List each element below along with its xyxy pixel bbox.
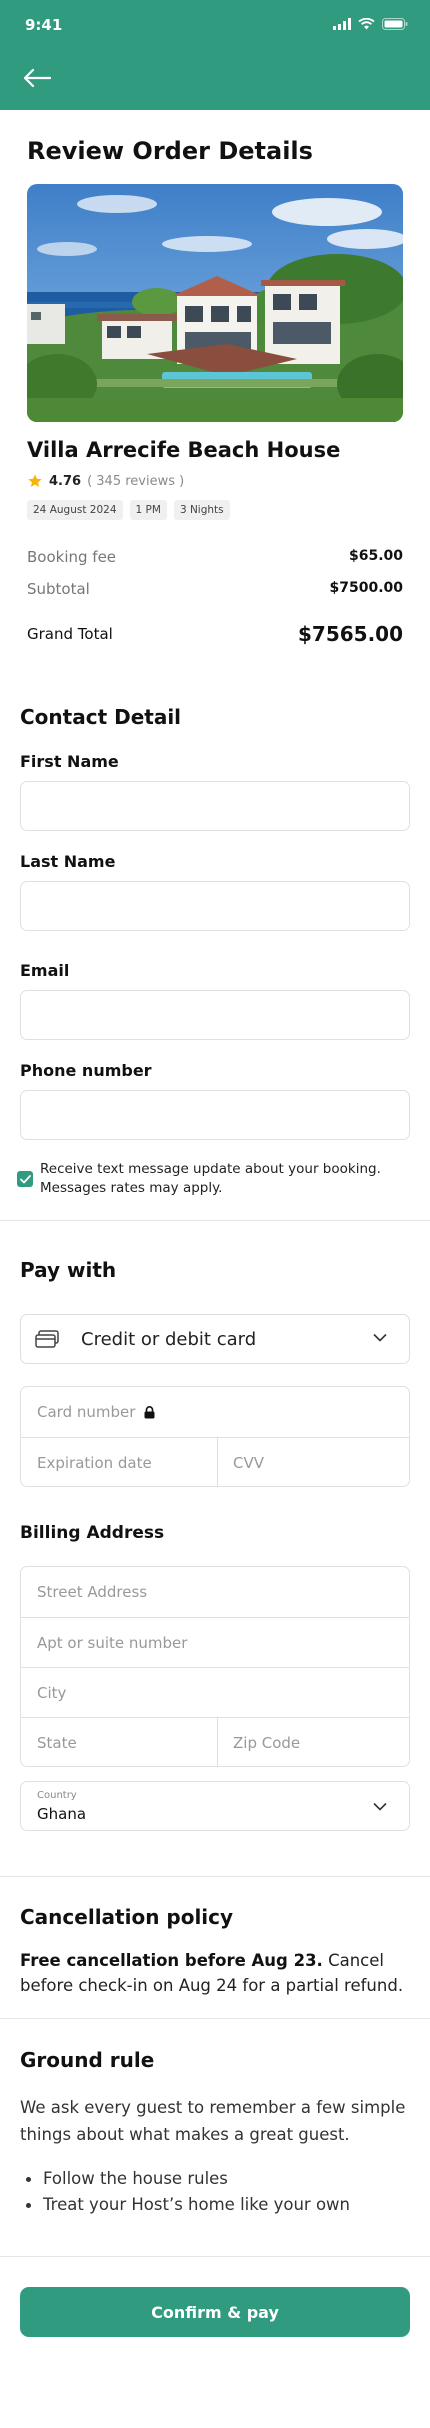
status-time: 9:41 <box>25 16 63 34</box>
first-name-field[interactable] <box>20 781 410 831</box>
status-bar: 9:41 <box>0 0 430 48</box>
subtotal-row: Subtotal $7500.00 <box>27 580 403 598</box>
booking-fee-row: Booking fee $65.00 <box>27 548 403 566</box>
zip-code-field[interactable]: Zip Code <box>233 1718 300 1767</box>
sms-opt-in: Receive text message update about your b… <box>17 1160 417 1198</box>
nights-chip: 3 Nights <box>173 500 230 520</box>
divider <box>21 1717 409 1718</box>
state-field[interactable]: State <box>37 1718 77 1767</box>
street-address-placeholder: Street Address <box>37 1583 148 1601</box>
last-name-label: Last Name <box>20 852 116 871</box>
grand-total-value: $7565.00 <box>297 622 403 646</box>
battery-icon <box>382 18 408 30</box>
payment-method-select[interactable]: Credit or debit card <box>20 1314 410 1364</box>
cancellation-policy-title: Cancellation policy <box>20 1905 234 1929</box>
app-bar <box>0 48 430 110</box>
email-field[interactable] <box>20 990 410 1040</box>
status-icons <box>333 18 408 30</box>
city-field[interactable]: City <box>37 1668 66 1717</box>
back-button[interactable] <box>20 63 54 93</box>
apt-suite-field[interactable]: Apt or suite number <box>37 1618 187 1667</box>
rating-value: 4.76 <box>49 473 82 489</box>
villa-photo <box>27 184 403 422</box>
ground-rule-intro: We ask every guest to remember a few sim… <box>20 2098 406 2144</box>
arrow-left-icon <box>23 68 51 88</box>
contact-section-title: Contact Detail <box>20 705 182 729</box>
grand-total-row: Grand Total $7565.00 <box>27 622 403 646</box>
ground-rule-list: Follow the house rules Treat your Host’s… <box>26 2166 350 2218</box>
sms-opt-in-text: Receive text message update about your b… <box>40 1161 381 1196</box>
divider <box>0 2256 430 2257</box>
country-select[interactable]: Country Ghana <box>20 1781 410 1831</box>
divider <box>0 1876 430 1877</box>
star-icon <box>28 474 42 487</box>
cancellation-deadline: Free cancellation before Aug 23. <box>20 1951 323 1970</box>
phone-field[interactable] <box>20 1090 410 1140</box>
listing-name: Villa Arrecife Beach House <box>27 438 341 462</box>
phone-label: Phone number <box>20 1061 152 1080</box>
grand-total-label: Grand Total <box>27 625 113 643</box>
divider <box>217 1438 218 1487</box>
wifi-icon <box>358 18 375 30</box>
review-count: ( 345 reviews ) <box>87 473 185 489</box>
divider <box>217 1718 218 1767</box>
page-title: Review Order Details <box>27 137 313 165</box>
cvv-field[interactable]: CVV <box>233 1438 264 1487</box>
country-value: Ghana <box>37 1805 87 1823</box>
expiration-date-field[interactable]: Expiration date <box>37 1438 152 1487</box>
country-caption: Country <box>37 1790 77 1801</box>
credit-card-icon <box>35 1330 59 1348</box>
bullet <box>26 2203 31 2208</box>
divider <box>0 2018 430 2019</box>
state-placeholder: State <box>37 1733 77 1752</box>
city-placeholder: City <box>37 1683 67 1702</box>
email-label: Email <box>20 961 70 980</box>
last-name-field[interactable] <box>20 881 410 931</box>
billing-address-title: Billing Address <box>20 1523 165 1543</box>
date-chip: 24 August 2024 <box>27 500 123 520</box>
list-item: Follow the house rules <box>26 2166 350 2192</box>
cancellation-policy-text: Free cancellation before Aug 23. Cancel … <box>20 1948 410 1998</box>
time-chip: 1 PM <box>129 500 167 520</box>
confirm-pay-button[interactable]: Confirm & pay <box>20 2287 410 2337</box>
sms-opt-in-checkbox[interactable] <box>17 1171 33 1187</box>
bullet <box>26 2177 31 2182</box>
signal-icon <box>333 18 351 30</box>
card-number-placeholder: Card number <box>37 1403 136 1421</box>
apt-suite-placeholder: Apt or suite number <box>37 1633 188 1652</box>
payment-method-label: Credit or debit card <box>81 1328 257 1350</box>
expiration-date-placeholder: Expiration date <box>37 1453 152 1472</box>
rating-row: 4.76 ( 345 reviews ) <box>27 473 184 489</box>
chevron-down-icon <box>373 1333 387 1342</box>
zip-code-placeholder: Zip Code <box>233 1733 301 1752</box>
check-icon <box>19 1174 31 1183</box>
card-details-group: Card number Expiration date CVV <box>20 1386 410 1487</box>
ground-rule-title: Ground rule <box>20 2048 155 2072</box>
subtotal-label: Subtotal <box>27 580 90 598</box>
divider <box>0 1220 430 1221</box>
subtotal-value: $7500.00 <box>329 580 403 596</box>
booking-fee-value: $65.00 <box>348 548 403 564</box>
cvv-placeholder: CVV <box>233 1453 264 1472</box>
lock-icon <box>144 1405 155 1418</box>
billing-address-group: Street Address Apt or suite number City … <box>20 1566 410 1767</box>
booking-chips: 24 August 2024 1 PM 3 Nights <box>27 500 230 520</box>
divider <box>21 1667 409 1668</box>
rule-text: Treat your Host’s home like your own <box>43 2195 350 2214</box>
card-number-field[interactable]: Card number <box>37 1387 155 1437</box>
chevron-down-icon <box>373 1802 387 1811</box>
street-address-field[interactable]: Street Address <box>37 1567 147 1617</box>
list-item: Treat your Host’s home like your own <box>26 2192 350 2218</box>
first-name-label: First Name <box>20 752 119 771</box>
rule-text: Follow the house rules <box>43 2169 228 2188</box>
booking-fee-label: Booking fee <box>27 548 117 566</box>
pay-with-title: Pay with <box>20 1258 117 1282</box>
